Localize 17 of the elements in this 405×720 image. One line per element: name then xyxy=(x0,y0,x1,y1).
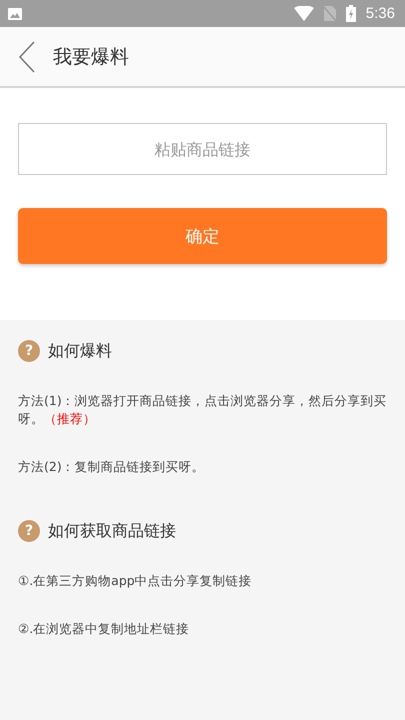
back-icon[interactable] xyxy=(18,40,36,72)
clock-time: 5:36 xyxy=(366,5,395,22)
image-icon xyxy=(8,8,22,20)
link-input-field[interactable]: 粘贴商品链接 xyxy=(18,123,387,175)
instruction-text: 方法(1)：浏览器打开商品链接，点击浏览器分享，然后分享到买呀。（推荐） xyxy=(18,392,388,428)
help-icon: ? xyxy=(18,520,40,542)
section-title: 如何获取商品链接 xyxy=(48,520,176,542)
confirm-button[interactable]: 确定 xyxy=(18,208,387,264)
page-title: 我要爆料 xyxy=(53,44,129,70)
wifi-icon xyxy=(294,6,314,21)
no-sim-icon xyxy=(324,6,336,21)
instruction-text: ①.在第三方购物app中点击分享复制链接 xyxy=(18,572,253,590)
instruction-text: 方法(2)：复制商品链接到买呀。 xyxy=(18,458,206,476)
help-icon: ? xyxy=(18,340,40,362)
section-title: 如何爆料 xyxy=(48,340,112,362)
instruction-text: ②.在浏览器中复制地址栏链接 xyxy=(18,620,190,638)
battery-charging-icon xyxy=(346,5,356,22)
